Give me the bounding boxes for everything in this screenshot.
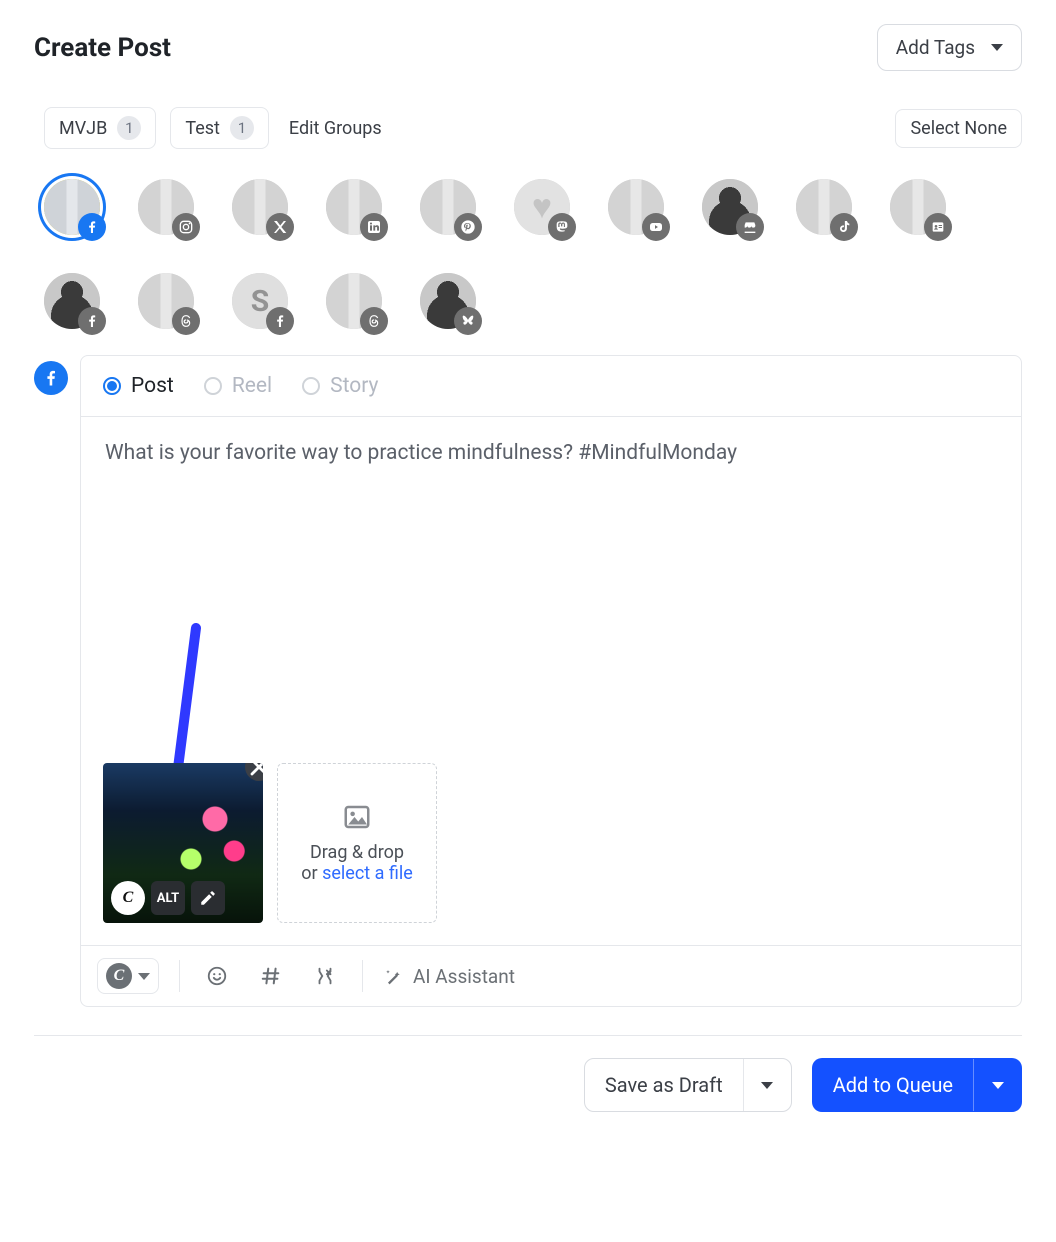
edit-image-button[interactable] xyxy=(191,881,225,915)
pencil-icon xyxy=(199,889,217,907)
account-contact-card[interactable] xyxy=(890,179,946,235)
account-facebook-profile[interactable] xyxy=(44,273,100,329)
facebook-icon xyxy=(41,368,61,388)
media-thumbnail[interactable]: C ALT xyxy=(103,763,263,923)
post-editor: Post Reel Story xyxy=(80,355,1022,1007)
radio-icon xyxy=(103,377,121,395)
canva-split-button[interactable]: C xyxy=(97,958,159,994)
active-platform-badge xyxy=(34,361,68,395)
image-icon xyxy=(342,802,372,832)
add-tags-button[interactable]: Add Tags xyxy=(877,24,1022,71)
compose-toolbar: C AI Assistant xyxy=(81,945,1021,1006)
canva-icon: C xyxy=(106,963,132,989)
variables-button[interactable] xyxy=(308,959,342,993)
post-type-tabs: Post Reel Story xyxy=(81,356,1021,417)
chevron-down-icon xyxy=(992,1082,1004,1089)
account-facebook-s[interactable] xyxy=(232,273,288,329)
account-tiktok[interactable] xyxy=(796,179,852,235)
add-to-queue-button[interactable]: Add to Queue xyxy=(813,1059,973,1111)
post-type-story[interactable]: Story xyxy=(302,374,378,398)
accounts-grid xyxy=(44,179,974,329)
select-file-link[interactable]: select a file xyxy=(322,863,413,884)
post-type-post[interactable]: Post xyxy=(103,374,174,398)
divider xyxy=(362,960,363,992)
media-dropzone[interactable]: Drag & drop or select a file xyxy=(277,763,437,923)
ai-assistant-button[interactable]: AI Assistant xyxy=(383,965,515,988)
emoji-picker-button[interactable] xyxy=(200,959,234,993)
save-draft-split-button: Save as Draft xyxy=(584,1058,792,1112)
card-icon xyxy=(924,213,952,241)
facebook-icon xyxy=(266,307,294,335)
chevron-down-icon xyxy=(761,1082,773,1089)
save-draft-dropdown[interactable] xyxy=(743,1059,791,1111)
radio-icon xyxy=(302,377,320,395)
media-row: C ALT Drag & drop or select a file xyxy=(81,763,1021,945)
account-mastodon[interactable] xyxy=(514,179,570,235)
group-chip-count: 1 xyxy=(117,116,141,140)
group-chip-mvjb[interactable]: MVJB 1 xyxy=(44,107,156,149)
wand-icon xyxy=(383,966,403,986)
add-to-queue-split-button: Add to Queue xyxy=(812,1058,1022,1112)
hash-icon xyxy=(260,965,282,987)
variables-icon xyxy=(314,965,336,987)
account-instagram[interactable] xyxy=(138,179,194,235)
group-chip-test[interactable]: Test 1 xyxy=(170,107,269,149)
compose-textarea[interactable] xyxy=(103,439,999,759)
divider xyxy=(179,960,180,992)
chevron-down-icon xyxy=(138,973,150,980)
gmb-icon xyxy=(736,213,764,241)
account-facebook-page[interactable] xyxy=(44,179,100,235)
page-title: Create Post xyxy=(34,33,171,63)
account-threads-2[interactable] xyxy=(326,273,382,329)
bluesky-icon xyxy=(454,307,482,335)
group-chip-label: MVJB xyxy=(59,118,107,139)
account-google-business[interactable] xyxy=(702,179,758,235)
add-to-queue-dropdown[interactable] xyxy=(973,1059,1021,1111)
dropzone-label: Drag & drop or select a file xyxy=(301,842,413,884)
footer-actions: Save as Draft Add to Queue xyxy=(34,1035,1022,1112)
mastodon-icon xyxy=(548,213,576,241)
account-pinterest[interactable] xyxy=(420,179,476,235)
instagram-icon xyxy=(172,213,200,241)
close-icon xyxy=(245,763,263,842)
account-linkedin[interactable] xyxy=(326,179,382,235)
add-tags-label: Add Tags xyxy=(896,36,975,59)
save-draft-button[interactable]: Save as Draft xyxy=(585,1059,743,1111)
group-row: MVJB 1 Test 1 Edit Groups Select None xyxy=(44,107,1022,149)
edit-in-canva-button[interactable]: C xyxy=(111,881,145,915)
threads-icon xyxy=(172,307,200,335)
account-bluesky[interactable] xyxy=(420,273,476,329)
remove-media-button[interactable] xyxy=(245,763,263,781)
facebook-icon xyxy=(78,307,106,335)
account-twitter-x[interactable] xyxy=(232,179,288,235)
account-youtube[interactable] xyxy=(608,179,664,235)
tiktok-icon xyxy=(830,213,858,241)
account-threads[interactable] xyxy=(138,273,194,329)
pinterest-icon xyxy=(454,213,482,241)
edit-groups-button[interactable]: Edit Groups xyxy=(283,110,396,147)
alt-text-button[interactable]: ALT xyxy=(151,881,185,915)
youtube-icon xyxy=(642,213,670,241)
linkedin-icon xyxy=(360,213,388,241)
group-chip-count: 1 xyxy=(230,116,254,140)
hashtag-manager-button[interactable] xyxy=(254,959,288,993)
facebook-icon xyxy=(78,213,106,241)
post-type-reel[interactable]: Reel xyxy=(204,374,272,398)
group-chip-label: Test xyxy=(185,118,220,139)
threads-icon xyxy=(360,307,388,335)
x-icon xyxy=(266,213,294,241)
chevron-down-icon xyxy=(991,44,1003,51)
smile-icon xyxy=(206,965,228,987)
select-none-button[interactable]: Select None xyxy=(895,109,1022,148)
radio-icon xyxy=(204,377,222,395)
